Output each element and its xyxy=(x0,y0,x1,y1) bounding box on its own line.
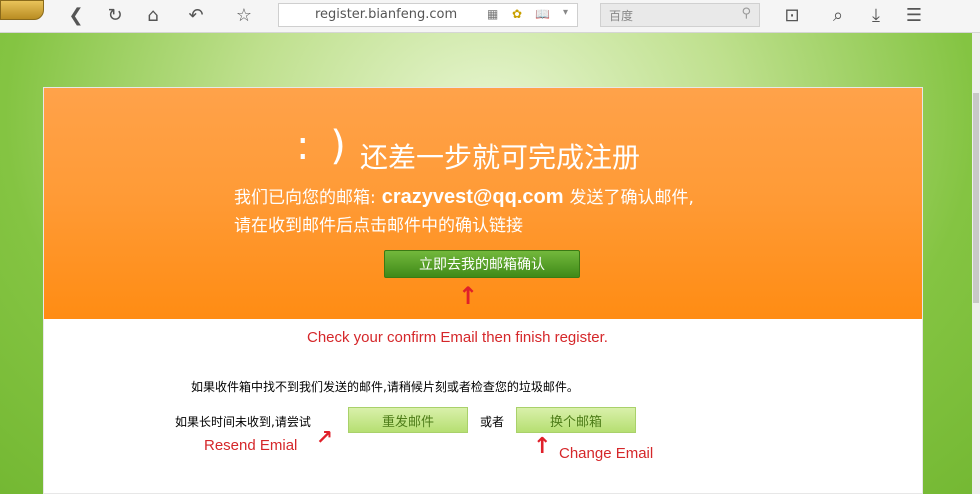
annotation-confirm-note: Check your confirm Email then finish reg… xyxy=(307,329,608,346)
address-url[interactable]: register.bianfeng.com xyxy=(315,7,457,22)
home-icon[interactable]: ⌂ xyxy=(141,4,165,28)
annotation-change-note: Change Email xyxy=(559,445,654,462)
bee-icon[interactable]: ✿ xyxy=(512,7,522,21)
page-title: 还差一步就可完成注册 xyxy=(360,141,641,174)
search-box[interactable]: 百度 ⚲ xyxy=(600,3,760,27)
smiley-face: : ) xyxy=(296,123,350,169)
browser-logo xyxy=(0,0,44,20)
qr-code-icon[interactable]: ▦ xyxy=(487,7,498,21)
annotation-resend-note: Resend Emial xyxy=(204,437,298,454)
email-sent-prefix: 我们已向您的邮箱: xyxy=(234,188,376,208)
click-link-instruction: 请在收到邮件后点击邮件中的确认链接 xyxy=(234,216,523,236)
annotation-arrow-resend: ↗ xyxy=(316,425,333,449)
or-label: 或者 xyxy=(480,415,505,429)
change-email-button[interactable]: 换个邮箱 xyxy=(516,407,636,433)
search-icon[interactable]: ⚲ xyxy=(741,6,751,21)
star-icon[interactable]: ☆ xyxy=(232,4,256,28)
search-input[interactable]: 百度 xyxy=(609,7,633,24)
register-card: : ) 还差一步就可完成注册 我们已向您的邮箱: crazyvest@qq.com… xyxy=(43,87,923,494)
resend-prompt: 如果长时间未收到,请尝试 xyxy=(175,415,311,429)
address-bar[interactable]: register.bianfeng.com ▦ ✿ 📖 ▾ xyxy=(278,3,578,27)
annotation-arrow-confirm: ↑ xyxy=(458,282,479,310)
confirmation-banner: : ) 还差一步就可完成注册 我们已向您的邮箱: crazyvest@qq.com… xyxy=(44,88,922,319)
refresh-icon[interactable]: ↻ xyxy=(103,4,127,28)
crop-icon[interactable]: ⊡ xyxy=(780,4,804,28)
browser-toolbar: ❮ ↻ ⌂ ↶ ☆ register.bianfeng.com ▦ ✿ 📖 ▾ … xyxy=(0,0,980,33)
download-icon[interactable]: ⤓ xyxy=(864,4,888,28)
email-sent-message: 我们已向您的邮箱: crazyvest@qq.com 发送了确认邮件, xyxy=(234,183,694,209)
find-icon[interactable]: ⌕ xyxy=(826,4,850,28)
resend-email-button[interactable]: 重发邮件 xyxy=(348,407,468,433)
dropdown-icon[interactable]: ▾ xyxy=(563,7,568,18)
spam-hint: 如果收件箱中找不到我们发送的邮件,请稍候片刻或者检查您的垃圾邮件。 xyxy=(191,380,579,394)
go-to-mailbox-button[interactable]: 立即去我的邮箱确认 xyxy=(384,250,580,278)
email-sent-suffix: 发送了确认邮件, xyxy=(569,188,694,208)
back-icon[interactable]: ❮ xyxy=(64,4,88,28)
reader-icon[interactable]: 📖 xyxy=(535,7,550,21)
menu-icon[interactable]: ☰ xyxy=(902,4,926,28)
scrollbar[interactable] xyxy=(972,33,980,494)
annotation-arrow-change: ↑ xyxy=(533,434,552,459)
undo-icon[interactable]: ↶ xyxy=(184,4,208,28)
scrollbar-thumb[interactable] xyxy=(973,93,979,303)
user-email: crazyvest@qq.com xyxy=(381,186,564,208)
